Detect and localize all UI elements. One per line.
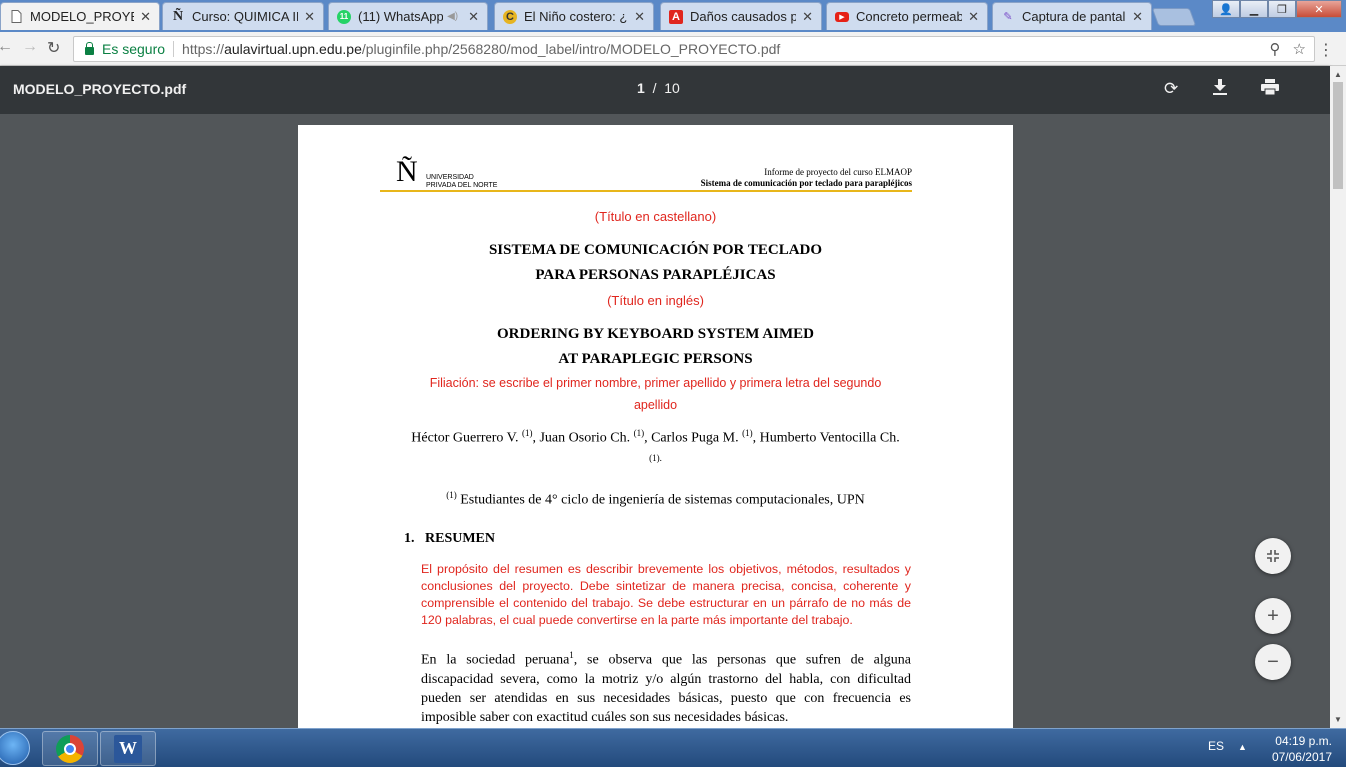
tab-curso-quimica[interactable]: Ñ Curso: QUIMICA IN ✕ xyxy=(162,2,324,30)
title-es-line2: PARA PERSONAS PARAPLÉJICAS xyxy=(535,267,776,283)
upn-icon: Ñ xyxy=(172,8,184,24)
university-logo: Ñ xyxy=(396,155,418,188)
start-button[interactable] xyxy=(0,731,30,765)
audio-playing-icon[interactable]: ◀) xyxy=(447,11,458,22)
forward-button[interactable]: → xyxy=(22,38,38,56)
tab-label: Curso: QUIMICA IN xyxy=(192,9,299,24)
authors: Héctor Guerrero V. (1), Juan Osorio Ch. … xyxy=(411,428,900,446)
scroll-down-icon[interactable]: ▼ xyxy=(1334,715,1342,724)
title-en-line1: ORDERING BY KEYBOARD SYSTEM AIMED xyxy=(497,326,814,342)
minimize-button[interactable]: ▁ xyxy=(1240,0,1268,18)
window-controls: 👤 ▁ ❐ ✕ xyxy=(1212,0,1342,18)
maximize-button[interactable]: ❐ xyxy=(1268,0,1296,18)
section-heading: 1. RESUMEN xyxy=(404,531,496,546)
pdf-toolbar: MODELO_PROYECTO.pdf 1 / 10 ⟳ xyxy=(0,66,1330,114)
youtube-icon: ▶ xyxy=(835,11,849,22)
scrollbar-thumb[interactable] xyxy=(1333,82,1343,189)
show-hidden-icons-icon[interactable]: ▲ xyxy=(1238,742,1247,752)
pdf-icon: A xyxy=(669,9,683,24)
pdf-viewer[interactable]: Ñ UNIVERSIDAD PRIVADA DEL NORTE Informe … xyxy=(0,114,1330,728)
divider xyxy=(173,41,175,57)
pdf-page: Ñ UNIVERSIDAD PRIVADA DEL NORTE Informe … xyxy=(298,125,1013,728)
close-window-button[interactable]: ✕ xyxy=(1296,0,1342,18)
whatsapp-icon: 11 xyxy=(337,9,351,24)
close-tab-icon[interactable]: ✕ xyxy=(468,9,479,25)
tab-concreto-permeable[interactable]: ▶ Concreto permeabl ✕ xyxy=(826,2,988,30)
user-profile-button[interactable]: 👤 xyxy=(1212,0,1240,18)
title-en-note: (Título en inglés) xyxy=(607,293,704,308)
scroll-up-icon[interactable]: ▲ xyxy=(1334,70,1342,79)
word-icon: W xyxy=(114,734,142,763)
address-bar[interactable]: Es seguro https://aulavirtual.upn.edu.pe… xyxy=(73,36,1315,62)
tab-label: MODELO_PROYECT xyxy=(30,9,134,24)
browser-tab-strip: MODELO_PROYECT ✕ Ñ Curso: QUIMICA IN ✕ 1… xyxy=(0,0,1346,32)
taskbar-word[interactable]: W xyxy=(100,731,156,766)
new-tab-button[interactable] xyxy=(1151,8,1197,26)
url-text[interactable]: https://aulavirtual.upn.edu.pe/pluginfil… xyxy=(182,41,780,57)
affiliation: (1) Estudiantes de 4° ciclo de ingenierí… xyxy=(446,490,865,508)
title-en-line2: AT PARAPLEGIC PERSONS xyxy=(558,351,753,367)
zoom-in-button[interactable]: + xyxy=(1255,598,1291,634)
tab-danos-causados[interactable]: A Daños causados po ✕ xyxy=(660,2,822,30)
tab-nino-costero[interactable]: C El Niño costero: ¿Q ✕ xyxy=(494,2,654,30)
tab-modelo-proyecto[interactable]: MODELO_PROYECT ✕ xyxy=(0,2,160,30)
tab-label: (11) WhatsApp xyxy=(358,9,444,24)
document-icon xyxy=(9,10,23,24)
abstract-body: En la sociedad peruana1, se observa que … xyxy=(421,650,911,725)
university-name: UNIVERSIDAD PRIVADA DEL NORTE xyxy=(426,174,498,189)
page-scrollbar[interactable]: ▲ ▼ xyxy=(1330,66,1346,728)
close-tab-icon[interactable]: ✕ xyxy=(304,9,315,25)
reload-button[interactable]: ↻ xyxy=(47,38,60,58)
close-tab-icon[interactable]: ✕ xyxy=(140,9,151,25)
close-tab-icon[interactable]: ✕ xyxy=(1132,9,1143,25)
lock-icon xyxy=(85,41,94,55)
title-es-note: (Título en castellano) xyxy=(594,209,717,224)
taskbar-chrome[interactable] xyxy=(42,731,98,766)
close-tab-icon[interactable]: ✕ xyxy=(634,9,645,25)
chrome-icon xyxy=(56,734,84,763)
secure-label: Es seguro xyxy=(102,41,166,57)
document-header: Informe de proyecto del curso ELMAOP Sis… xyxy=(700,167,912,188)
affiliation-note-line2: apellido xyxy=(633,398,678,412)
zoom-out-button[interactable]: − xyxy=(1255,644,1291,680)
fit-to-page-button[interactable] xyxy=(1255,538,1291,574)
tab-whatsapp[interactable]: 11 (11) WhatsApp ◀) ✕ xyxy=(328,2,488,30)
rotate-icon[interactable]: ⟳ xyxy=(1164,79,1178,99)
browser-toolbar: ← → ↻ Es seguro https://aulavirtual.upn.… xyxy=(0,32,1346,66)
affiliation-note-line1: Filiación: se escribe el primer nombre, … xyxy=(429,376,882,390)
tab-label: Concreto permeabl xyxy=(856,9,963,24)
print-icon[interactable] xyxy=(1261,79,1279,100)
title-es-line1: SISTEMA DE COMUNICACIÓN POR TECLADO xyxy=(488,242,823,258)
close-tab-icon[interactable]: ✕ xyxy=(968,9,979,25)
pdf-filename: MODELO_PROYECTO.pdf xyxy=(13,81,187,97)
page-indicator: 1 / 10 xyxy=(637,80,680,96)
tab-label: Captura de pantalla xyxy=(1022,9,1127,24)
current-page-input[interactable]: 1 xyxy=(637,80,645,96)
total-pages: 10 xyxy=(664,80,680,96)
header-rule xyxy=(380,190,912,192)
bookmark-star-icon[interactable]: ☆ xyxy=(1293,40,1306,58)
tab-captura-pantalla[interactable]: ✎ Captura de pantalla ✕ xyxy=(992,2,1152,30)
back-button[interactable]: ← xyxy=(0,38,13,56)
tab-label: El Niño costero: ¿Q xyxy=(524,9,629,24)
tab-label: Daños causados po xyxy=(690,9,797,24)
author-affil-mark: (1). xyxy=(649,453,662,463)
windows-taskbar: W ES ▲ 04:19 p.m. 07/06/2017 xyxy=(0,728,1346,767)
system-clock[interactable]: 04:19 p.m. 07/06/2017 xyxy=(1272,733,1332,765)
close-tab-icon[interactable]: ✕ xyxy=(802,9,813,25)
pen-icon: ✎ xyxy=(1003,11,1013,23)
browser-menu-icon[interactable]: ⋮ xyxy=(1318,40,1334,60)
abstract-instructions: El propósito del resumen es describir br… xyxy=(421,562,911,627)
language-indicator[interactable]: ES xyxy=(1208,739,1224,753)
download-icon[interactable] xyxy=(1213,79,1227,100)
news-icon: C xyxy=(503,9,517,24)
zoom-icon[interactable]: ⚲ xyxy=(1270,40,1281,58)
